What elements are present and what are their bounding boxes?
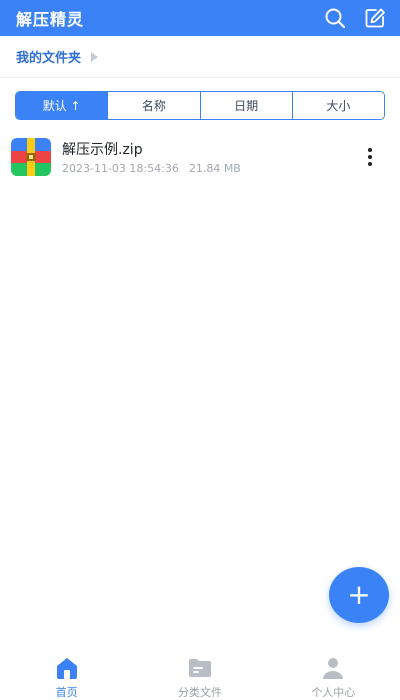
- app-root: 解压精灵 我的文件夹 默认 ↑ 名称 日期 大小 解压示例.zip 2023-1…: [0, 0, 400, 700]
- bottom-nav: 首页 分类文件 个人中心: [0, 650, 400, 700]
- more-vertical-icon[interactable]: [362, 146, 378, 168]
- nav-label-profile: 个人中心: [311, 686, 356, 699]
- nav-label-home: 首页: [55, 686, 78, 699]
- file-name: 解压示例.zip: [62, 142, 143, 158]
- home-icon: [54, 656, 80, 680]
- breadcrumb-root[interactable]: 我的文件夹: [16, 47, 81, 66]
- list-item[interactable]: 解压示例.zip 2023-11-03 18:54:36 21.84 MB: [0, 134, 400, 180]
- sort-tab-name[interactable]: 名称: [108, 92, 201, 119]
- sort-tab-default[interactable]: 默认 ↑: [16, 92, 109, 119]
- search-icon[interactable]: [324, 7, 346, 29]
- zip-archive-icon: [11, 138, 51, 176]
- user-icon: [320, 656, 346, 680]
- nav-item-home[interactable]: 首页: [0, 650, 133, 700]
- file-meta: 2023-11-03 18:54:36 21.84 MB: [62, 162, 241, 175]
- chevron-right-icon: [91, 51, 99, 62]
- header-actions: [324, 7, 386, 29]
- app-title: 解压精灵: [16, 10, 85, 29]
- file-size: 21.84 MB: [188, 162, 241, 175]
- sort-tab-size[interactable]: 大小: [292, 92, 384, 119]
- app-header: 解压精灵: [0, 0, 400, 36]
- edit-icon[interactable]: [364, 7, 386, 29]
- folder-icon: [187, 656, 213, 680]
- add-button[interactable]: +: [329, 567, 389, 623]
- file-date: 2023-11-03 18:54:36: [62, 162, 179, 175]
- sort-tab-date[interactable]: 日期: [200, 92, 293, 119]
- file-text: 解压示例.zip 2023-11-03 18:54:36 21.84 MB: [62, 139, 241, 175]
- nav-item-categories[interactable]: 分类文件: [133, 650, 266, 700]
- breadcrumb: 我的文件夹: [0, 36, 400, 78]
- sort-segmented-control: 默认 ↑ 名称 日期 大小: [15, 91, 385, 120]
- nav-item-profile[interactable]: 个人中心: [267, 650, 400, 700]
- nav-label-categories: 分类文件: [177, 686, 222, 699]
- file-list: 解压示例.zip 2023-11-03 18:54:36 21.84 MB: [0, 134, 400, 180]
